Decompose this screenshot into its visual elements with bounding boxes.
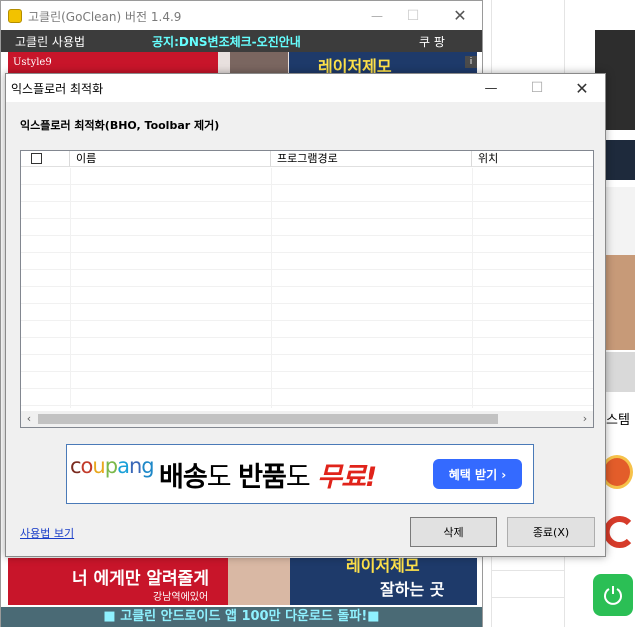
power-icon[interactable] [593, 574, 633, 616]
table-row[interactable] [21, 389, 593, 406]
maximize-icon[interactable]: ☐ [400, 3, 426, 29]
select-all-header[interactable] [21, 151, 70, 167]
slogan-part: 반품 [238, 462, 287, 493]
table-row[interactable] [21, 202, 593, 219]
slogan-part: 도 [206, 462, 239, 493]
main-titlebar[interactable]: 고클린(GoClean) 버전 1.4.9 — ☐ ✕ [1, 1, 482, 30]
coupang-ad[interactable]: coupang coupang 배송도 반품도 무료! 혜택 받기 › [66, 444, 534, 504]
horizontal-scrollbar[interactable]: ‹ › [21, 411, 593, 427]
table-row[interactable] [21, 168, 593, 185]
info-icon[interactable]: i [465, 56, 477, 68]
banner-person-photo [228, 558, 290, 605]
coupang-logo: coupang coupang [70, 454, 155, 478]
scrollbar-thumb[interactable] [38, 414, 498, 424]
close-icon[interactable]: ✕ [559, 74, 605, 102]
banner-headline: 레이저제모 [318, 57, 392, 74]
top-banner[interactable]: Ustyle9 레이저제모 i [8, 52, 477, 74]
bho-list[interactable]: 이름 프로그램경로 위치 ‹ › [20, 150, 594, 428]
table-row[interactable] [21, 355, 593, 372]
close-icon[interactable]: ✕ [447, 3, 473, 29]
table-row[interactable] [21, 219, 593, 236]
slogan-part: 도 [285, 462, 318, 493]
column-header-path[interactable]: 프로그램경로 [271, 151, 472, 167]
maximize-icon[interactable]: ☐ [514, 74, 560, 102]
divider [491, 597, 564, 598]
banner-brand: Ustyle9 [13, 57, 52, 68]
table-row[interactable] [21, 236, 593, 253]
bottom-banner-sub: 강남역에있어 [153, 592, 209, 603]
help-menu[interactable]: 고클린 사용법 [15, 33, 85, 50]
divider [491, 570, 564, 571]
dialog-title: 익스플로러 최적화 [11, 82, 104, 96]
main-menubar: 고클린 사용법 공지:DNS변조체크-오진안내 쿠 팡 [1, 30, 482, 52]
help-link[interactable]: 사용법 보기 [20, 525, 74, 541]
slogan-part: 무료! [317, 462, 377, 493]
ie-optimize-dialog: 익스플로러 최적화 — ☐ ✕ 익스플로러 최적화(BHO, Toolbar 제… [5, 73, 606, 557]
footer-notice[interactable]: ■ 고클린 안드로이드 앱 100만 다운로드 돌파!■ [1, 607, 482, 627]
bottom-banner[interactable]: 너 에게만 알려줄게 강남역에있어 레이저제모 잘하는 곳 [8, 558, 477, 605]
bottom-banner-right1: 레이저제모 [346, 558, 420, 575]
table-row[interactable] [21, 372, 593, 389]
minimize-icon[interactable]: — [364, 3, 390, 29]
delete-button[interactable]: 삭제 [410, 517, 497, 547]
bg-side-text: 스템 [606, 413, 630, 428]
dialog-heading: 익스플로러 최적화(BHO, Toolbar 제거) [20, 119, 220, 132]
table-row[interactable] [21, 321, 593, 338]
app-logo-icon [8, 9, 22, 23]
scroll-right-icon[interactable]: › [577, 411, 593, 427]
slogan-part: 배송 [159, 462, 208, 493]
minimize-icon[interactable]: — [468, 74, 514, 102]
column-header-name[interactable]: 이름 [70, 151, 271, 167]
banner-person-photo [230, 52, 288, 74]
bottom-banner-text: 너 에게만 알려줄게 [72, 569, 209, 589]
table-row[interactable] [21, 338, 593, 355]
table-row[interactable] [21, 287, 593, 304]
bottom-banner-right2: 잘하는 곳 [380, 580, 445, 599]
notice-link[interactable]: 공지:DNS변조체크-오진안내 [152, 33, 301, 50]
dialog-titlebar[interactable]: 익스플로러 최적화 — ☐ ✕ [6, 74, 605, 102]
column-header-location[interactable]: 위치 [472, 151, 593, 167]
exit-button[interactable]: 종료(X) [507, 517, 595, 547]
table-row[interactable] [21, 304, 593, 321]
table-row[interactable] [21, 185, 593, 202]
select-all-checkbox[interactable] [31, 153, 42, 164]
coupang-menu[interactable]: 쿠 팡 [419, 33, 445, 50]
table-row[interactable] [21, 253, 593, 270]
table-row[interactable] [21, 270, 593, 287]
coupang-slogan: 배송도 반품도 무료! [159, 455, 377, 494]
main-window-title: 고클린(GoClean) 버전 1.4.9 [28, 10, 182, 24]
scroll-left-icon[interactable]: ‹ [21, 411, 37, 427]
coupang-cta-button[interactable]: 혜택 받기 › [433, 459, 522, 489]
